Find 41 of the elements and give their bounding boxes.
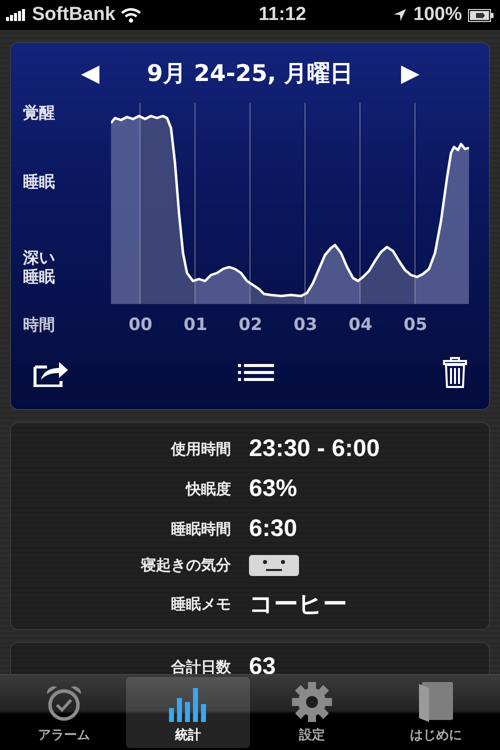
hour-label: 05	[402, 315, 428, 335]
wifi-icon	[121, 8, 142, 22]
stat-label: 睡眠メモ	[171, 594, 231, 614]
battery-percentage: 100%	[413, 4, 462, 26]
battery-charging-icon	[468, 8, 494, 22]
stat-label: 睡眠時間	[171, 520, 231, 538]
stat-label: 寝起きの気分	[141, 556, 231, 575]
stat-value: 23:30 - 6:00	[249, 435, 380, 463]
time-axis-label: 時間	[22, 314, 56, 336]
face-icon	[249, 555, 299, 576]
signal-icon	[6, 9, 26, 21]
clock-time: 11:12	[258, 4, 306, 26]
stat-label: 合計日数	[171, 658, 231, 674]
book-icon	[419, 682, 453, 722]
sleep-level-label: 睡眠	[23, 172, 56, 191]
hour-label: 01	[182, 315, 208, 335]
next-day-button[interactable]: ▶	[393, 58, 428, 88]
list-icon[interactable]	[238, 362, 274, 384]
settings-icon	[292, 682, 332, 722]
tab[interactable]: 設定	[250, 677, 374, 748]
stat-value: 6:30	[249, 515, 298, 543]
location-arrow-icon	[393, 8, 408, 22]
tab[interactable]: 統計	[126, 677, 250, 748]
tab[interactable]: はじめに	[374, 677, 498, 748]
tab[interactable]: アラーム	[2, 677, 126, 748]
date-title: 9月 24-25, 月曜日	[146, 60, 354, 88]
sleep-level-label: 覚醒	[23, 103, 56, 122]
previous-day-button[interactable]: ◀	[72, 58, 107, 88]
hour-label: 02	[238, 315, 264, 335]
alarm-clock-icon	[44, 684, 84, 722]
hour-label: 04	[348, 315, 374, 335]
sleep-level-label: 深い睡眠	[23, 248, 56, 286]
stat-label: 快眠度	[186, 480, 231, 498]
hour-label: 03	[292, 315, 318, 335]
carrier-name: SoftBank	[32, 4, 116, 26]
stat-value: コーヒー	[249, 590, 347, 620]
hour-label: 00	[128, 315, 154, 335]
stat-label: 使用時間	[171, 440, 231, 458]
stat-value: 63	[249, 653, 277, 674]
stat-value: 63%	[249, 475, 298, 503]
trash-icon[interactable]	[443, 356, 467, 388]
